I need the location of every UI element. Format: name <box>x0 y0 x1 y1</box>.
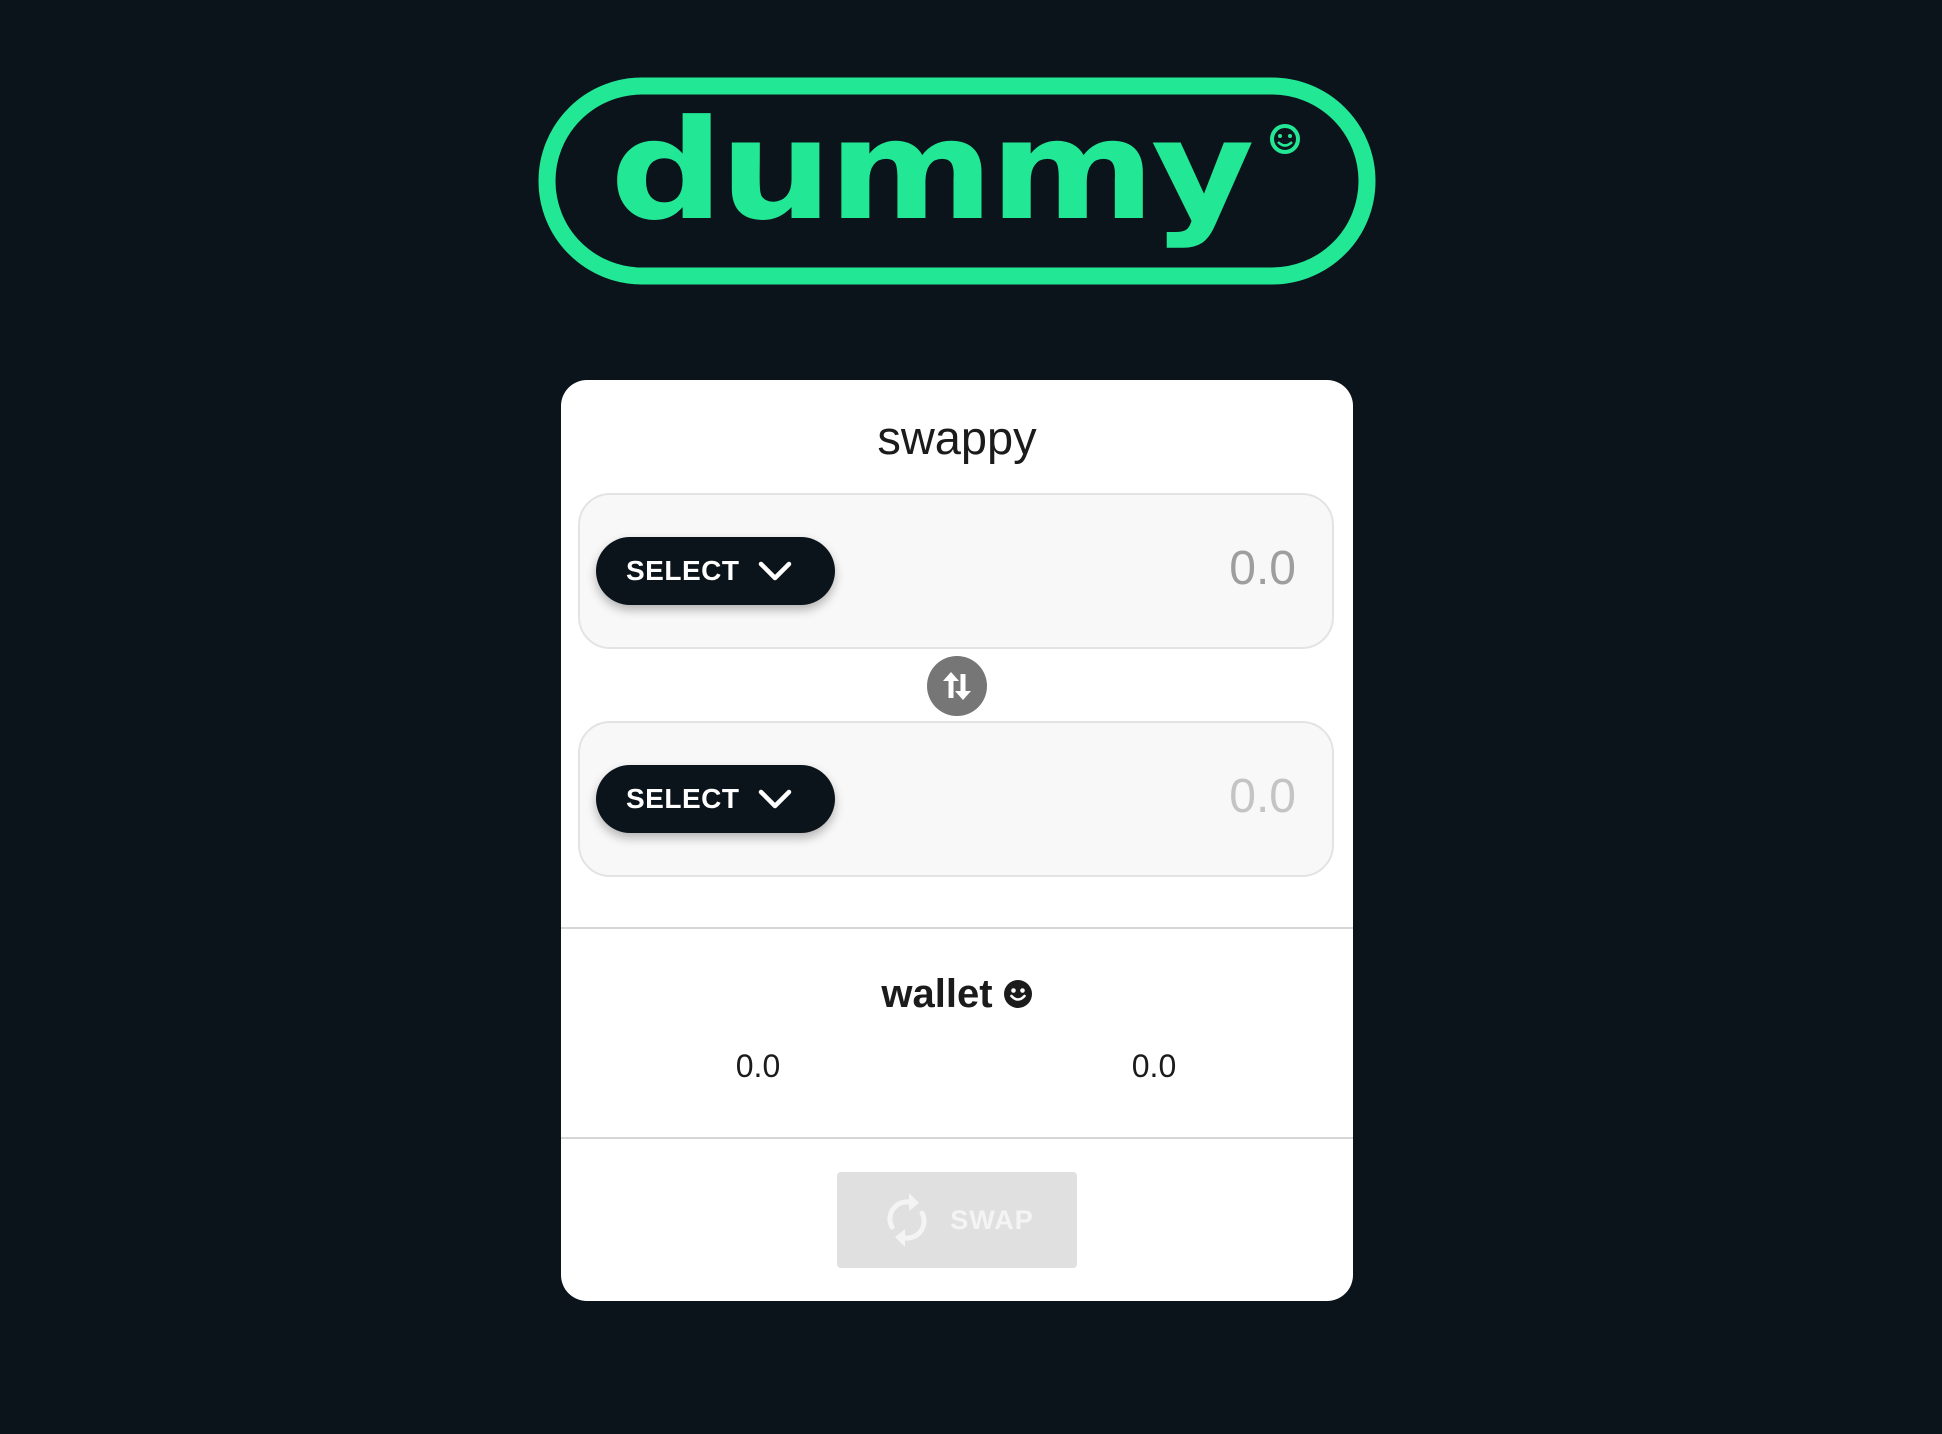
smile-icon <box>1003 979 1033 1009</box>
switch-tokens-button[interactable] <box>927 656 987 716</box>
brand-logo: dummy <box>537 76 1377 286</box>
swap-button-label: SWAP <box>950 1204 1034 1235</box>
swap-button[interactable]: SWAP <box>837 1172 1077 1268</box>
chevron-down-icon <box>756 556 794 586</box>
divider <box>561 1137 1353 1139</box>
from-token-panel: SELECT <box>578 493 1334 649</box>
to-amount-input[interactable] <box>996 763 1296 829</box>
from-token-select-label: SELECT <box>626 555 740 586</box>
from-amount-input[interactable] <box>996 535 1296 601</box>
card-title: swappy <box>877 411 1037 464</box>
from-token-select-button[interactable]: SELECT <box>596 537 835 605</box>
to-token-balance: 0.0 <box>1131 1048 1177 1084</box>
wallet-title: wallet <box>881 972 993 1016</box>
sync-icon <box>880 1187 934 1253</box>
divider <box>561 927 1353 929</box>
from-token-balance: 0.0 <box>735 1048 781 1084</box>
to-token-panel: SELECT <box>578 721 1334 877</box>
arrows-up-down-icon <box>943 672 971 700</box>
chevron-down-icon <box>756 784 794 814</box>
to-token-select-label: SELECT <box>626 783 740 814</box>
wallet-heading: wallet <box>561 970 1353 1018</box>
swap-card: swappy SELECT SELECT <box>561 380 1353 1301</box>
to-token-select-button[interactable]: SELECT <box>596 765 835 833</box>
svg-text:dummy: dummy <box>610 90 1252 251</box>
